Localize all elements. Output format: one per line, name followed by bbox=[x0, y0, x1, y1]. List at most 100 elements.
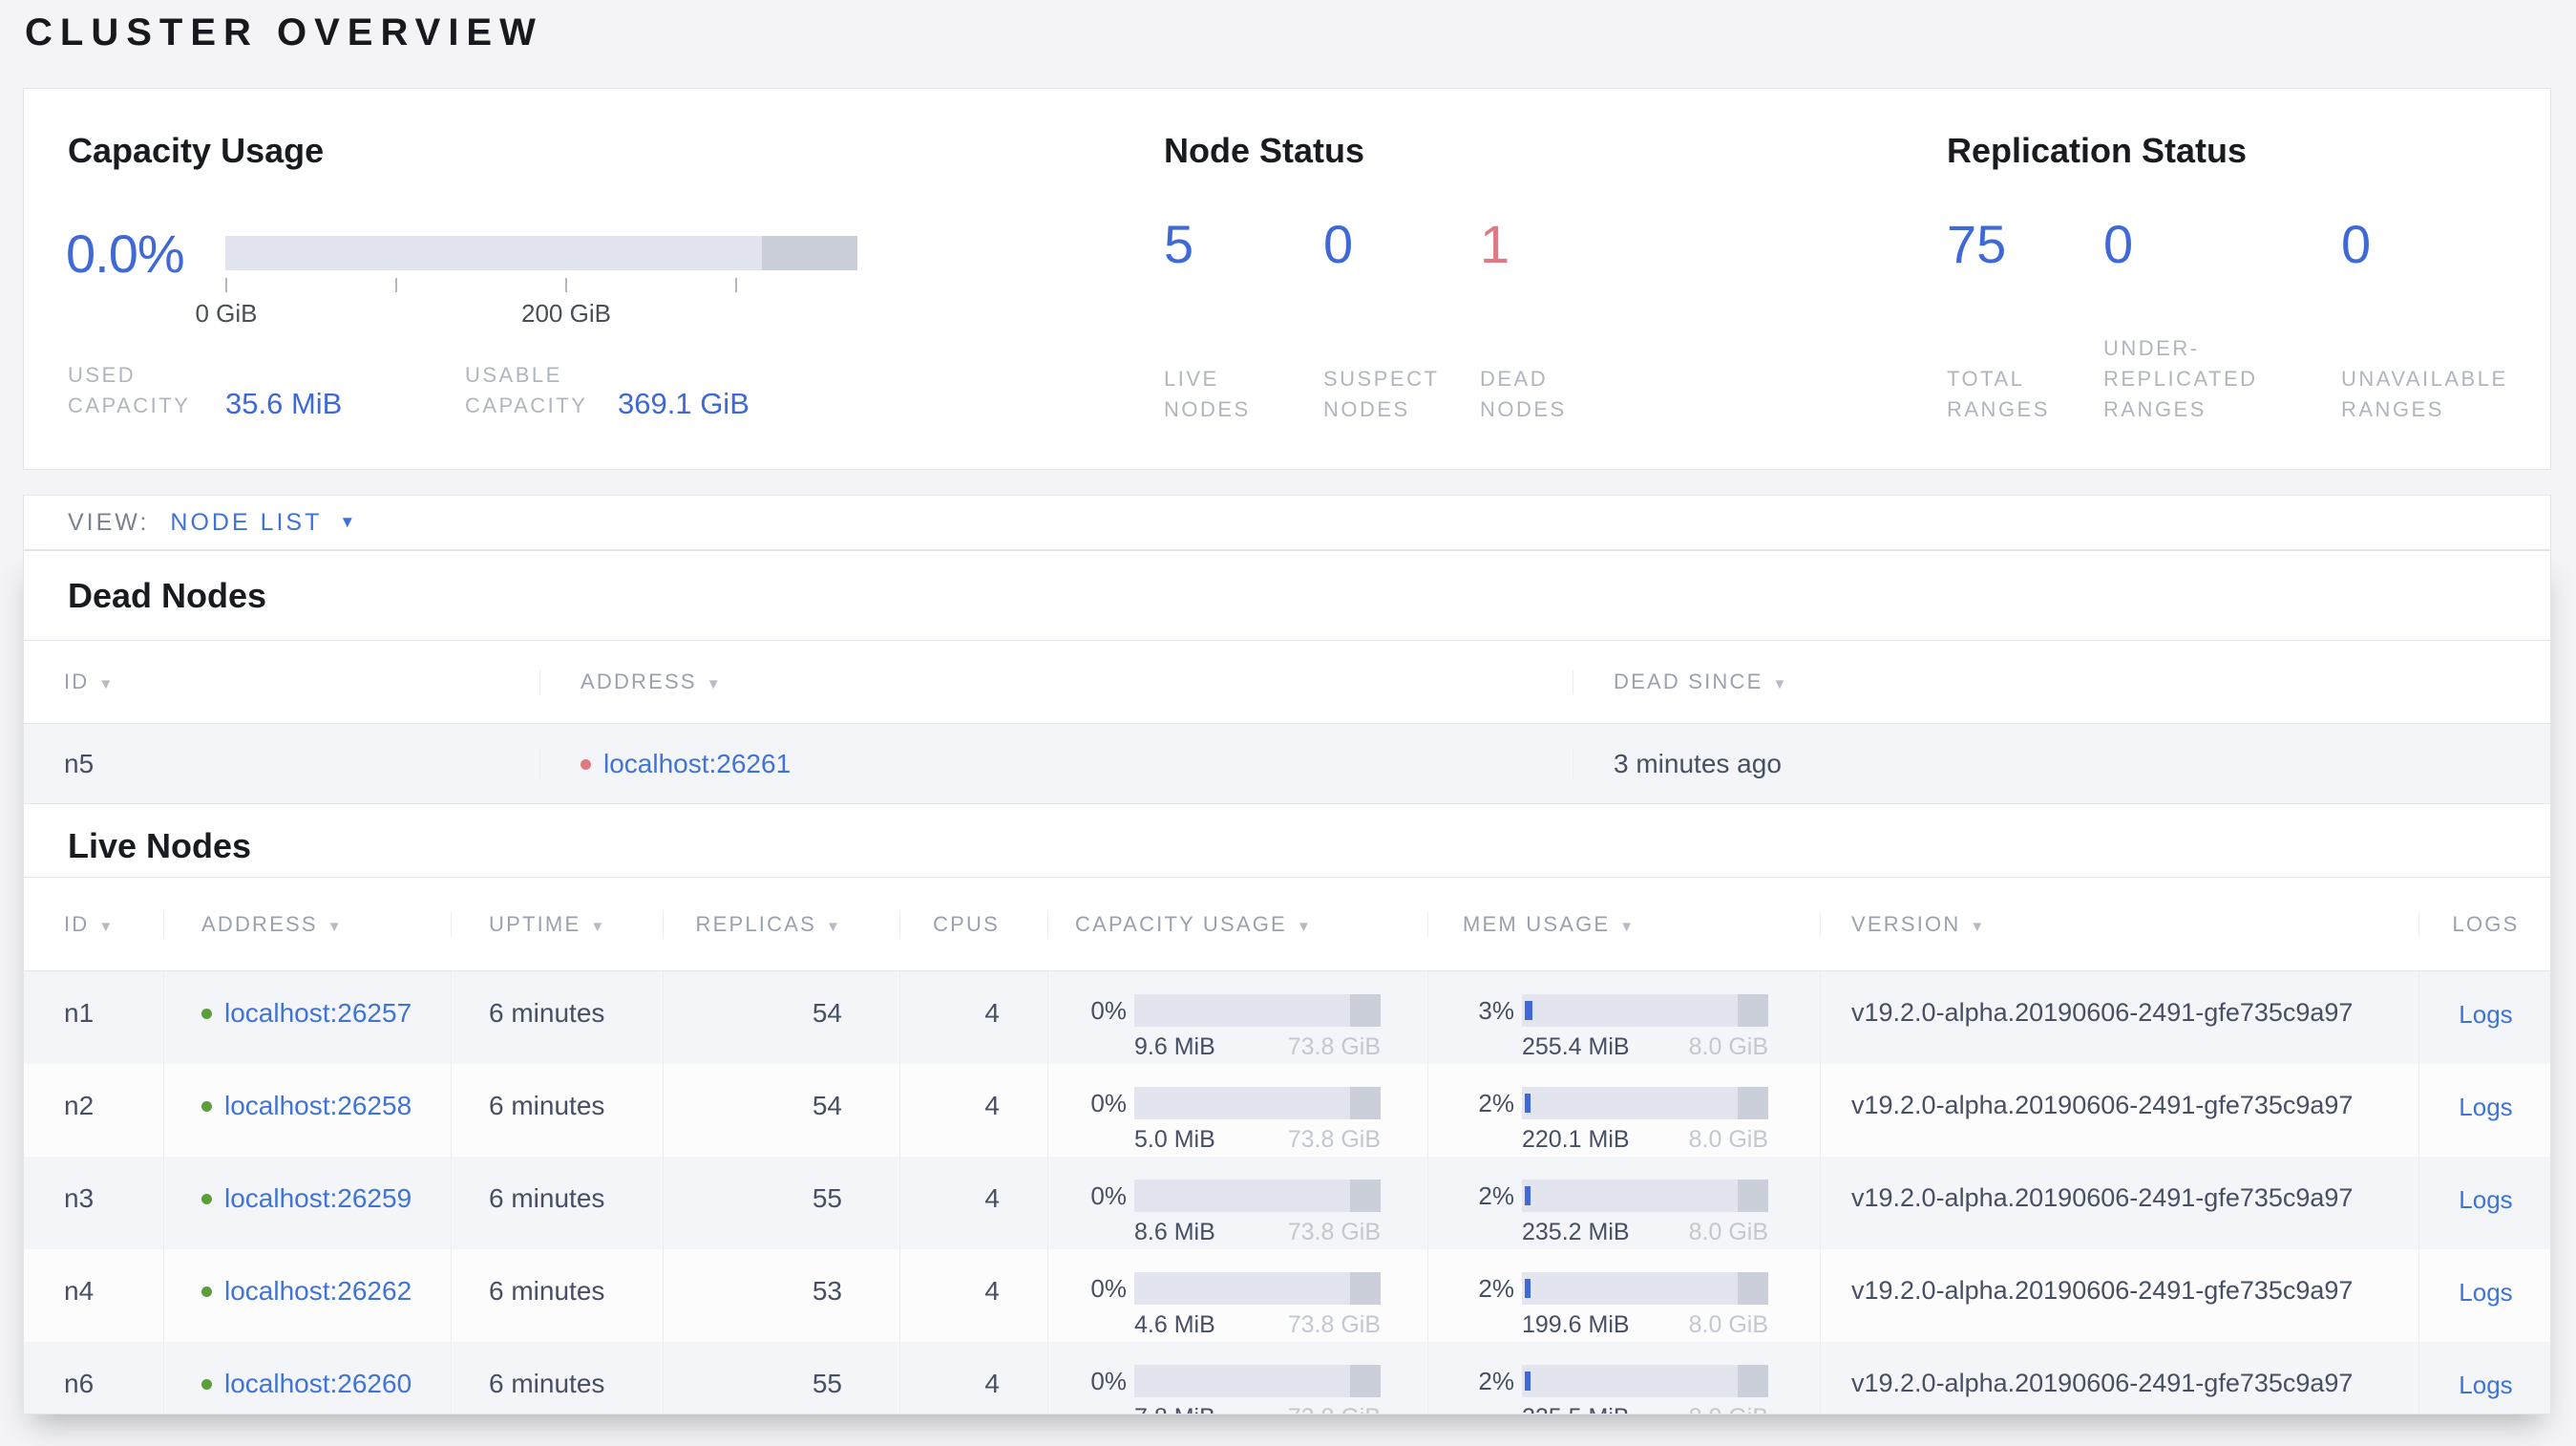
version-value: v19.2.0-alpha.20190606-2491-gfe735c9a97 bbox=[1821, 1157, 2419, 1249]
capacity-used-value: 5.0 MiB bbox=[1134, 1126, 1215, 1153]
column-header-dead-since[interactable]: DEAD SINCE ▼ bbox=[1573, 670, 2550, 694]
capacity-percent: 0% bbox=[1090, 1366, 1127, 1395]
node-address-link[interactable]: localhost:26257 bbox=[224, 998, 412, 1028]
sort-arrow-icon: ▼ bbox=[1296, 918, 1313, 935]
node-address-link[interactable]: localhost:26262 bbox=[224, 1276, 412, 1306]
view-label: VIEW: bbox=[68, 508, 150, 536]
node-address-link[interactable]: localhost:26260 bbox=[224, 1369, 412, 1398]
mem-bar bbox=[1522, 994, 1768, 1027]
node-address-link[interactable]: localhost:26258 bbox=[224, 1091, 412, 1120]
node-address-link[interactable]: localhost:26259 bbox=[224, 1183, 412, 1213]
mem-total-value: 8.0 GiB bbox=[1688, 1126, 1768, 1153]
capacity-bar bbox=[1134, 1272, 1381, 1305]
node-id: n1 bbox=[24, 971, 164, 1064]
mem-total-value: 8.0 GiB bbox=[1688, 1311, 1768, 1338]
page-title: CLUSTER OVERVIEW bbox=[25, 11, 543, 53]
mem-bar bbox=[1522, 1087, 1768, 1119]
mem-bar-fill bbox=[1525, 1186, 1531, 1205]
mem-usage-cell: 2% 220.1 MiB 8.0 GiB bbox=[1428, 1064, 1821, 1157]
node-id: n5 bbox=[24, 748, 540, 779]
table-row: n3 localhost:26259 6 minutes 55 4 0% 8.6… bbox=[24, 1157, 2550, 1249]
logs-cell: Logs bbox=[2419, 1342, 2550, 1414]
axis-tick bbox=[225, 278, 227, 292]
mem-total-value: 8.0 GiB bbox=[1689, 1404, 1768, 1414]
axis-label-200: 200 GiB bbox=[521, 299, 611, 328]
column-header-mem-usage[interactable]: MEM USAGE ▼ bbox=[1428, 911, 1821, 937]
node-address-cell: localhost:26262 bbox=[164, 1249, 452, 1342]
under-replicated-count: 0 bbox=[2103, 214, 2134, 274]
table-row: n1 localhost:26257 6 minutes 54 4 0% 9.6… bbox=[24, 971, 2550, 1064]
capacity-usage-cell: 0% 7.8 MiB 73.8 GiB bbox=[1048, 1342, 1428, 1414]
logs-link[interactable]: Logs bbox=[2459, 1278, 2512, 1307]
capacity-bar-reserved-segment bbox=[1350, 1272, 1381, 1305]
mem-used-value: 235.2 MiB bbox=[1522, 1219, 1630, 1245]
node-address-link[interactable]: localhost:26261 bbox=[603, 749, 791, 778]
axis-tick bbox=[735, 278, 737, 292]
capacity-bar bbox=[1134, 994, 1381, 1027]
capacity-used-value: 9.6 MiB bbox=[1134, 1033, 1215, 1060]
dead-nodes-stat: 1 DEAD NODES bbox=[1480, 213, 1652, 425]
table-row: n5 localhost:26261 3 minutes ago bbox=[24, 724, 2550, 804]
capacity-bar-reserved-segment bbox=[1350, 994, 1381, 1027]
column-header-id[interactable]: ID ▼ bbox=[24, 670, 540, 694]
view-dropdown-selected[interactable]: NODE LIST bbox=[170, 509, 322, 537]
column-header-uptime[interactable]: UPTIME ▼ bbox=[452, 911, 664, 937]
mem-used-value: 225.5 MiB bbox=[1522, 1404, 1630, 1414]
column-header-capacity-usage[interactable]: CAPACITY USAGE ▼ bbox=[1048, 911, 1428, 937]
column-header-address[interactable]: ADDRESS ▼ bbox=[540, 670, 1573, 694]
capacity-bar bbox=[1134, 1365, 1381, 1397]
node-id: n6 bbox=[24, 1342, 164, 1414]
column-header-replicas[interactable]: REPLICAS ▼ bbox=[664, 911, 900, 937]
total-ranges-label: TOTAL RANGES bbox=[1947, 367, 2050, 421]
mem-total-value: 8.0 GiB bbox=[1688, 1033, 1768, 1060]
summary-card: Capacity Usage 0.0% 0 GiB 200 GiB USED C… bbox=[23, 88, 2551, 470]
capacity-percent: 0% bbox=[1090, 1088, 1127, 1117]
mem-used-value: 255.4 MiB bbox=[1522, 1033, 1630, 1060]
mem-used-value: 199.6 MiB bbox=[1522, 1311, 1630, 1338]
view-dropdown[interactable]: NODE LIST ▼ bbox=[170, 509, 355, 537]
sort-arrow-icon: ▼ bbox=[706, 676, 723, 692]
capacity-total-value: 73.8 GiB bbox=[1288, 1404, 1381, 1414]
column-header-version[interactable]: VERSION ▼ bbox=[1821, 911, 2419, 937]
axis-tick bbox=[395, 278, 397, 292]
sort-arrow-icon: ▼ bbox=[98, 918, 116, 935]
uptime-value: 6 minutes bbox=[452, 1342, 664, 1414]
capacity-usage-title: Capacity Usage bbox=[68, 131, 325, 170]
node-address-cell: localhost:26258 bbox=[164, 1064, 452, 1157]
replication-status-title: Replication Status bbox=[1947, 131, 2248, 170]
sort-arrow-icon: ▼ bbox=[1619, 918, 1636, 935]
mem-usage-cell: 2% 225.5 MiB 8.0 GiB bbox=[1428, 1342, 1821, 1414]
mem-percent: 2% bbox=[1478, 1088, 1514, 1117]
capacity-usage-cell: 0% 5.0 MiB 73.8 GiB bbox=[1048, 1064, 1428, 1157]
sort-arrow-icon: ▼ bbox=[1970, 918, 1987, 935]
suspect-nodes-label: SUSPECT NODES bbox=[1323, 367, 1440, 421]
capacity-usage-cell: 0% 8.6 MiB 73.8 GiB bbox=[1048, 1157, 1428, 1249]
logs-link[interactable]: Logs bbox=[2459, 1000, 2512, 1029]
live-node-dot bbox=[201, 1009, 212, 1019]
mem-percent: 2% bbox=[1478, 1366, 1514, 1395]
capacity-bar-reserved-segment bbox=[1350, 1365, 1381, 1397]
capacity-total-value: 73.8 GiB bbox=[1287, 1219, 1381, 1245]
column-header-id[interactable]: ID ▼ bbox=[24, 911, 164, 937]
capacity-total-value: 73.8 GiB bbox=[1287, 1126, 1381, 1153]
live-nodes-heading: Live Nodes bbox=[68, 826, 252, 865]
total-ranges-count: 75 bbox=[1947, 214, 2007, 274]
logs-link[interactable]: Logs bbox=[2459, 1371, 2512, 1399]
table-row: n4 localhost:26262 6 minutes 53 4 0% 4.6… bbox=[24, 1249, 2550, 1342]
logs-link[interactable]: Logs bbox=[2459, 1185, 2512, 1214]
chevron-down-icon[interactable]: ▼ bbox=[339, 513, 355, 532]
used-capacity-value: 35.6 MiB bbox=[225, 387, 343, 420]
logs-link[interactable]: Logs bbox=[2459, 1093, 2512, 1121]
table-row: n6 localhost:26260 6 minutes 55 4 0% 7.8… bbox=[24, 1342, 2550, 1414]
uptime-value: 6 minutes bbox=[452, 971, 664, 1064]
mem-bar bbox=[1522, 1180, 1768, 1212]
unavailable-label: UNAVAILABLE RANGES bbox=[2341, 367, 2508, 421]
mem-used-value: 220.1 MiB bbox=[1522, 1126, 1630, 1153]
mem-bar bbox=[1522, 1365, 1768, 1397]
capacity-total-value: 73.8 GiB bbox=[1287, 1033, 1381, 1060]
column-header-address[interactable]: ADDRESS ▼ bbox=[164, 911, 452, 937]
column-header-cpus: CPUS bbox=[900, 911, 1048, 937]
live-nodes-count: 5 bbox=[1164, 214, 1194, 274]
usable-capacity-value: 369.1 GiB bbox=[618, 387, 750, 420]
cpus-value: 4 bbox=[900, 1249, 1048, 1342]
